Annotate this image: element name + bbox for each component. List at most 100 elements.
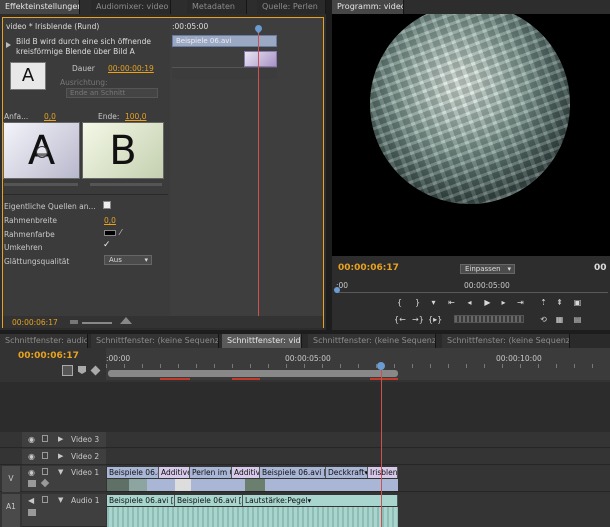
jog-slider[interactable] <box>454 315 524 323</box>
eyedropper-icon[interactable]: ⁄ <box>120 228 121 237</box>
dauer-value[interactable]: 00:00:00:19 <box>108 64 154 73</box>
play-button-icon[interactable]: ▶ <box>482 297 493 308</box>
clip-v1-1[interactable]: Perlen im G <box>190 467 232 478</box>
clip-v1-transition-1[interactable]: Additive <box>159 467 190 478</box>
mark-out-icon[interactable]: } <box>412 297 423 308</box>
tab-timeline-none-1[interactable]: Schnittfenster: (keine Sequenzen) <box>91 334 219 348</box>
track-target-a1-label: A1 <box>6 502 16 511</box>
ende-label: Ende: <box>98 112 120 121</box>
step-forward-icon[interactable]: ▸ <box>498 297 509 308</box>
step-back-icon[interactable]: ◂ <box>464 297 475 308</box>
slider-a[interactable] <box>4 183 78 186</box>
preview-a: A <box>3 122 80 179</box>
program-current-tc[interactable]: 00:00:06:17 <box>338 263 399 273</box>
prop-label-border-color: Rahmenfarbe <box>4 230 55 239</box>
timeline-playhead[interactable] <box>381 364 382 527</box>
tab-audiomixer[interactable]: Audiomixer: video <box>91 0 171 14</box>
clip-a1-volume[interactable]: Lautstärke:Pegel▾ <box>243 495 398 506</box>
eye-icon[interactable]: ◉ <box>28 435 35 444</box>
play-in-out-icon[interactable]: {▸} <box>428 314 442 325</box>
track-label-video2: Video 2 <box>71 452 100 461</box>
program-playhead-icon[interactable] <box>334 287 340 293</box>
export-frame-icon[interactable]: ▣ <box>572 297 583 308</box>
ausrichtung-dropdown[interactable]: Ende an Schnitt <box>66 88 158 98</box>
prop-label-reverse: Umkehren <box>4 243 43 252</box>
timeline-playhead-icon[interactable] <box>377 362 385 370</box>
border-width-value[interactable]: 0,0 <box>104 216 116 225</box>
border-color-swatch[interactable] <box>104 230 116 236</box>
clip-a1-1[interactable]: Beispiele 06.avi [A] <box>175 495 243 506</box>
collapse-icon[interactable]: ▼ <box>58 468 63 476</box>
track-label-video3: Video 3 <box>71 435 100 444</box>
marker-icon[interactable]: ▾ <box>428 297 439 308</box>
program-ruler-line[interactable] <box>336 292 608 293</box>
tab-timeline-video[interactable]: Schnittfenster: video <box>222 334 302 348</box>
track-target-a1[interactable]: A1 <box>2 494 20 527</box>
render-bar-3 <box>370 378 398 380</box>
clip-v1-iris[interactable]: Irisblende <box>368 467 398 478</box>
tab-effect-settings[interactable]: Effekteinstellungen <box>0 0 80 14</box>
prop-label-border-width: Rahmenbreite <box>4 216 58 225</box>
expand-icon[interactable]: ▶ <box>58 435 63 443</box>
lock-icon[interactable] <box>42 468 48 475</box>
loop-icon[interactable]: ⟲ <box>538 314 549 325</box>
zoom-slider[interactable] <box>82 322 112 324</box>
smoothing-dropdown[interactable]: Aus ▾ <box>104 255 152 265</box>
snap-icon[interactable] <box>62 365 73 376</box>
goto-out-point-icon[interactable]: →} <box>412 314 424 325</box>
zoom-out-icon[interactable] <box>70 320 78 324</box>
fit-dropdown[interactable]: Einpassen ▾ <box>460 264 515 274</box>
clip-v1-transition-2[interactable]: Additive <box>232 467 260 478</box>
work-area-bar[interactable] <box>108 370 398 377</box>
transition-thumbnail: A <box>10 62 46 90</box>
render-bar-1 <box>160 378 190 380</box>
output-icon[interactable]: ▤ <box>572 314 583 325</box>
timeline-panel: Schnittfenster: audio Schnittfenster: (k… <box>0 334 610 527</box>
tab-program[interactable]: Programm: video <box>332 0 404 14</box>
goto-in-icon[interactable]: ⇤ <box>446 297 457 308</box>
play-icon[interactable] <box>6 42 11 48</box>
lock-icon[interactable] <box>42 435 48 442</box>
extract-icon[interactable]: ⇞ <box>554 297 565 308</box>
tab-timeline-none-2[interactable]: Schnittfenster: (keine Sequenzen) <box>308 334 436 348</box>
lock-icon[interactable] <box>42 452 48 459</box>
tab-metadata[interactable]: Metadaten <box>187 0 247 14</box>
safe-margins-icon[interactable]: ▦ <box>554 314 565 325</box>
tab-timeline-none-3[interactable]: Schnittfenster: (keine Sequenzen) <box>442 334 570 348</box>
audio-waveform <box>107 507 398 527</box>
display-style-icon[interactable] <box>28 480 36 487</box>
goto-in-point-icon[interactable]: {← <box>394 314 406 325</box>
ruler-tc-5: 00:00:05:00 <box>285 354 331 363</box>
track-target-v[interactable]: V <box>2 466 20 492</box>
eye-icon[interactable]: ◉ <box>28 468 35 477</box>
clip-v1-opacity[interactable]: Deckkraft▾ <box>326 467 368 478</box>
anfang-value[interactable]: 0,0 <box>44 112 56 121</box>
ende-value[interactable]: 100,0 <box>125 112 146 121</box>
goto-out-icon[interactable]: ⇥ <box>515 297 526 308</box>
mark-in-icon[interactable]: { <box>394 297 405 308</box>
tab-source[interactable]: Quelle: Perlen <box>257 0 326 14</box>
track-area-empty <box>0 382 610 432</box>
expand-icon[interactable]: ▶ <box>58 452 63 460</box>
clip-v1-0[interactable]: Beispiele 06.av <box>107 467 159 478</box>
timeline-current-tc[interactable]: 00:00:06:17 <box>18 351 79 361</box>
checkbox-reverse[interactable]: ✓ <box>103 240 111 250</box>
tab-timeline-audio[interactable]: Schnittfenster: audio <box>0 334 88 348</box>
chevron-down-icon: ▾ <box>507 265 511 273</box>
lift-icon[interactable]: ⇡ <box>538 297 549 308</box>
clip-v1-thumbs <box>107 479 398 491</box>
center-point-icon[interactable] <box>36 146 48 158</box>
lock-icon[interactable] <box>42 496 48 503</box>
waveform-toggle-icon[interactable] <box>28 509 36 516</box>
eye-icon[interactable]: ◉ <box>28 452 35 461</box>
effects-playhead[interactable] <box>258 26 259 318</box>
clip-a1-0[interactable]: Beispiele 06.avi [A <box>107 495 175 506</box>
clip-v1-2[interactable]: Beispiele 06.avi [V] <box>260 467 326 478</box>
collapse-icon[interactable]: ▼ <box>58 496 63 504</box>
slider-b[interactable] <box>90 183 162 186</box>
effects-current-tc[interactable]: 00:00:06:17 <box>12 318 58 327</box>
checkbox-sources[interactable] <box>103 201 111 209</box>
speaker-icon[interactable]: ◀ <box>28 496 34 505</box>
zoom-in-icon[interactable] <box>120 317 132 324</box>
track-label-video1: Video 1 <box>71 468 100 477</box>
